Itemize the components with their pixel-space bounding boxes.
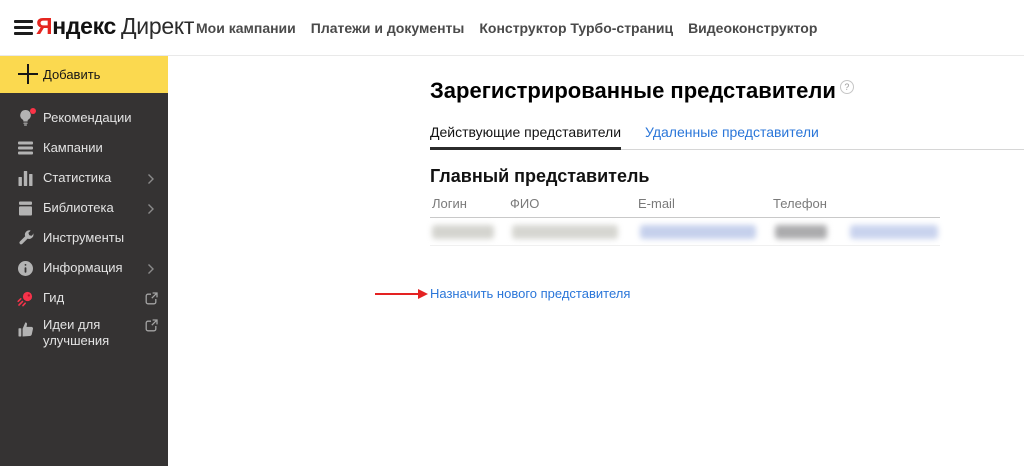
redacted-cell-phone-2 bbox=[850, 225, 938, 239]
top-header: Яндекс Директ Мои кампании Платежи и доку… bbox=[0, 0, 1024, 56]
hamburger-menu-icon[interactable] bbox=[14, 20, 33, 35]
redacted-cell-phone bbox=[775, 225, 827, 239]
nav-my-campaigns[interactable]: Мои кампании bbox=[196, 20, 296, 36]
add-button-label: Добавить bbox=[43, 67, 101, 82]
tab-bar: Действующие представители Удаленные пред… bbox=[430, 122, 1024, 150]
guide-comet-icon bbox=[17, 290, 34, 307]
sidebar-item-label: Идеи для улучшения bbox=[43, 317, 110, 348]
bar-chart-icon bbox=[17, 170, 34, 187]
yandex-direct-logo[interactable]: Яндекс Директ bbox=[36, 13, 194, 40]
logo-product: Директ bbox=[121, 13, 195, 39]
sidebar-item-label: Информация bbox=[43, 260, 123, 275]
sidebar-item-label: Кампании bbox=[43, 140, 103, 155]
table-header-row: Логин ФИО E-mail Телефон bbox=[430, 196, 940, 218]
page-title-text: Зарегистрированные представители bbox=[430, 78, 836, 103]
sidebar: Добавить Рекомендации Кампании Статистик… bbox=[0, 56, 168, 466]
table-row[interactable] bbox=[430, 218, 940, 246]
library-icon bbox=[17, 200, 34, 217]
sidebar-item-guide[interactable]: Гид bbox=[0, 283, 168, 313]
assign-new-representative-link[interactable]: Назначить нового представителя bbox=[430, 286, 630, 301]
wrench-icon bbox=[17, 230, 34, 247]
chevron-right-icon bbox=[145, 172, 157, 184]
nav-turbo-pages-builder[interactable]: Конструктор Турбо-страниц bbox=[479, 20, 673, 36]
page-title: Зарегистрированные представители? bbox=[430, 78, 854, 104]
logo-letter: Я bbox=[36, 13, 53, 39]
campaigns-list-icon bbox=[17, 140, 34, 157]
sidebar-item-label: Библиотека bbox=[43, 200, 114, 215]
sidebar-item-campaigns[interactable]: Кампании bbox=[0, 133, 168, 163]
sidebar-item-label: Рекомендации bbox=[43, 110, 132, 125]
sidebar-item-library[interactable]: Библиотека bbox=[0, 193, 168, 223]
nav-video-builder[interactable]: Видеоконструктор bbox=[688, 20, 817, 36]
sidebar-item-improvement-ideas[interactable]: Идеи для улучшения bbox=[0, 313, 168, 359]
top-navigation: Мои кампании Платежи и документы Констру… bbox=[196, 0, 817, 56]
chevron-right-icon bbox=[145, 202, 157, 214]
external-link-icon bbox=[145, 292, 158, 305]
tab-deleted-representatives[interactable]: Удаленные представители bbox=[645, 122, 819, 150]
sidebar-item-recommendations[interactable]: Рекомендации bbox=[0, 103, 168, 133]
add-button[interactable]: Добавить bbox=[0, 56, 168, 93]
column-header-fio: ФИО bbox=[510, 196, 540, 211]
section-title-main-representative: Главный представитель bbox=[430, 166, 650, 186]
help-icon[interactable]: ? bbox=[839, 79, 854, 94]
representatives-table: Логин ФИО E-mail Телефон bbox=[430, 196, 940, 246]
tab-active-representatives[interactable]: Действующие представители bbox=[430, 122, 622, 150]
column-header-email: E-mail bbox=[638, 196, 675, 211]
annotation-arrow-icon bbox=[375, 289, 428, 299]
nav-payments-documents[interactable]: Платежи и документы bbox=[311, 20, 465, 36]
notification-dot bbox=[30, 107, 36, 114]
redacted-cell-fio bbox=[512, 225, 618, 239]
main-content: Зарегистрированные представители? Действ… bbox=[168, 56, 1024, 466]
sidebar-item-label: Статистика bbox=[43, 170, 112, 185]
logo-brand: ндекс bbox=[52, 13, 117, 39]
column-header-phone: Телефон bbox=[773, 196, 827, 211]
redacted-cell-login bbox=[432, 225, 494, 239]
info-icon bbox=[17, 260, 34, 277]
sidebar-item-label: Инструменты bbox=[43, 230, 125, 245]
column-header-login: Логин bbox=[432, 196, 467, 211]
sidebar-item-information[interactable]: Информация bbox=[0, 253, 168, 283]
sidebar-menu: Рекомендации Кампании Статистика Библиот… bbox=[0, 93, 168, 359]
sidebar-item-label: Гид bbox=[43, 290, 65, 305]
sidebar-item-tools[interactable]: Инструменты bbox=[0, 223, 168, 253]
lightbulb-icon bbox=[17, 107, 36, 127]
plus-icon bbox=[18, 64, 38, 84]
chevron-right-icon bbox=[145, 262, 157, 274]
thumbs-up-icon bbox=[17, 321, 34, 338]
redacted-cell-email bbox=[640, 225, 756, 239]
external-link-icon bbox=[145, 319, 158, 332]
sidebar-item-statistics[interactable]: Статистика bbox=[0, 163, 168, 193]
